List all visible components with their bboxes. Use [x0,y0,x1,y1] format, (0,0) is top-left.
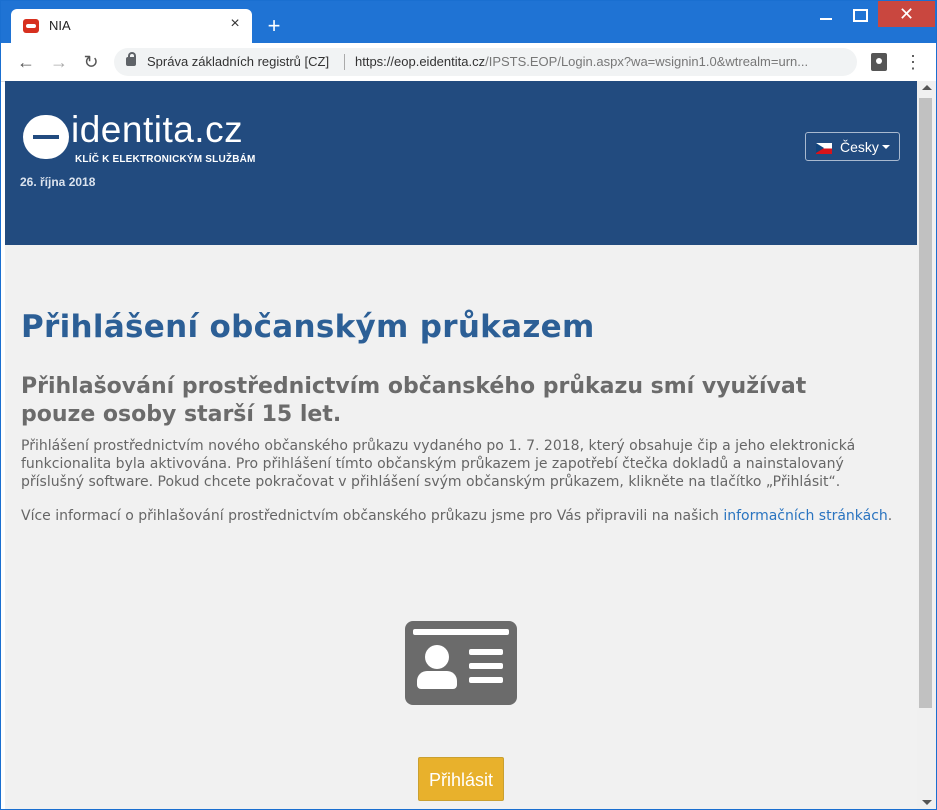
address-bar[interactable]: Správa základních registrů [CZ] https://… [114,48,857,76]
scroll-up-icon[interactable] [922,85,932,90]
eidentita-logo[interactable]: identita.cz KLÍČ K ELEKTRONICKÝM SLUŽBÁM [23,109,283,169]
menu-icon[interactable]: ⋮ [904,51,922,73]
window-close-button[interactable]: ✕ [878,1,935,27]
browser-toolbar: ← → ↻ Správa základních registrů [CZ] ht… [1,43,936,82]
url-text[interactable]: https://eop.eidentita.cz/IPSTS.EOP/Login… [355,54,845,69]
language-dropdown[interactable]: Česky [805,132,900,161]
caret-down-icon [882,145,890,149]
logo-text: identita.cz [71,109,244,150]
url-path: /IPSTS.EOP/Login.aspx?wa=wsignin1.0&wtre… [485,54,809,69]
lock-icon[interactable] [126,52,136,66]
login-button[interactable]: Přihlásit [418,757,504,801]
tab-close-icon[interactable]: × [226,15,244,33]
site-header: identita.cz KLÍČ K ELEKTRONICKÝM SLUŽBÁM… [5,81,917,245]
browser-window: NIA × + ✕ ← → ↻ Správa základních regist… [0,0,937,810]
minimize-button[interactable] [809,1,843,29]
forward-arrow-icon[interactable]: → [48,51,70,73]
separator [344,54,345,70]
info-paragraph: Více informací o přihlašování prostředni… [21,507,901,525]
reload-icon[interactable]: ↻ [80,51,102,73]
current-date: 26. října 2018 [20,175,96,189]
language-label: Česky [840,139,879,155]
maximize-button[interactable] [843,1,877,29]
logo-e-icon [23,115,69,159]
browser-tab[interactable]: NIA × [11,9,252,43]
czech-flag-icon [816,143,832,154]
site-identity[interactable]: Správa základních registrů [CZ] [147,54,329,69]
url-host: https://eop.eidentita.cz [355,54,486,69]
page-content: identita.cz KLÍČ K ELEKTRONICKÝM SLUŽBÁM… [5,81,917,809]
id-card-icon [405,621,517,705]
logo-tagline: KLÍČ K ELEKTRONICKÝM SLUŽBÁM [75,154,256,165]
favicon-icon [23,19,39,33]
scroll-down-icon[interactable] [922,800,932,805]
info-suffix: . [887,508,893,524]
tab-title: NIA [49,18,71,33]
vertical-scrollbar[interactable] [917,81,936,809]
clipboard-extension-icon[interactable] [871,53,887,71]
title-bar: NIA × + ✕ [1,1,936,43]
age-notice: Přihlašování prostřednictvím občanského … [21,374,807,427]
info-pages-link[interactable]: informačních stránkách [723,508,887,524]
description-paragraph: Přihlášení prostřednictvím nového občans… [21,438,856,490]
new-tab-button[interactable]: + [263,15,285,37]
back-arrow-icon[interactable]: ← [15,51,37,73]
page-title: Přihlášení občanským průkazem [21,309,595,345]
info-text: Více informací o přihlašování prostředni… [21,508,724,524]
scroll-thumb[interactable] [919,98,932,708]
